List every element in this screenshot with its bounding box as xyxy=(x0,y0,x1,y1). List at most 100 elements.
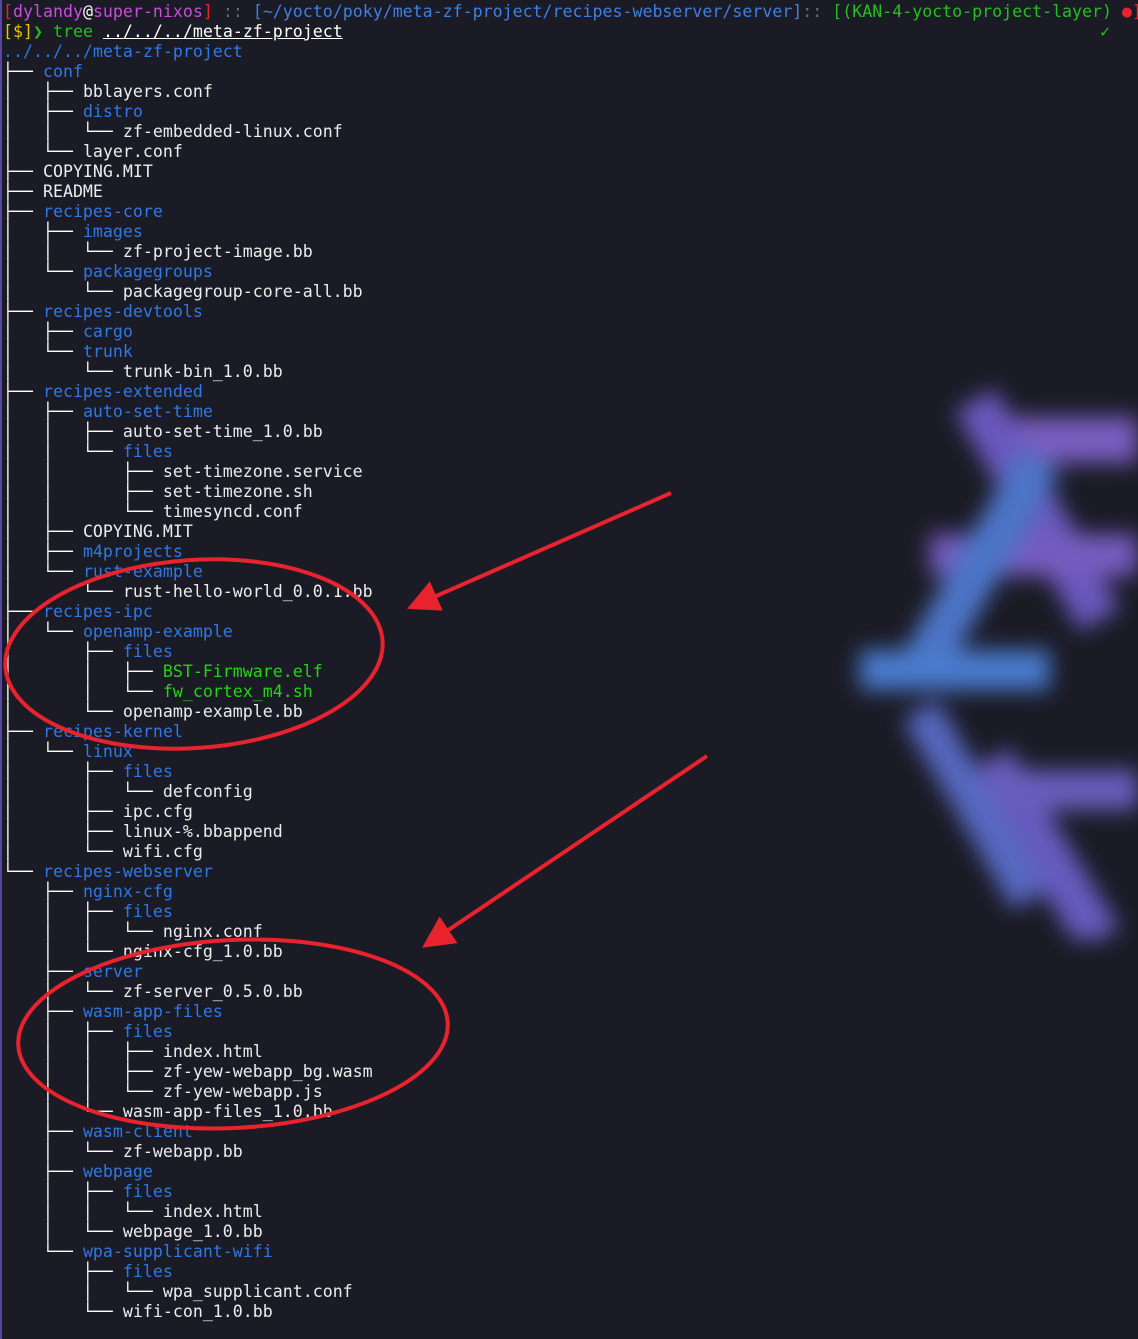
file-name: COPYING.MIT xyxy=(82,522,193,541)
tree-branch-glyph: │ ├── xyxy=(3,402,83,421)
tree-entry: │ │ ├── set-timezone.service xyxy=(3,462,1138,482)
directory-name: m4projects xyxy=(82,542,183,561)
check-icon: ✓ xyxy=(1100,22,1110,41)
tree-branch-glyph: │ └── xyxy=(3,942,123,961)
directory-name: nginx-cfg xyxy=(82,882,173,901)
file-name: ipc.cfg xyxy=(122,802,193,821)
tree-entry: │ │ ├── BST-Firmware.elf xyxy=(3,662,1138,682)
prompt-host: super-nixos xyxy=(92,2,203,21)
directory-name: recipes-extended xyxy=(42,382,203,401)
tree-entry: │ ├── distro xyxy=(3,102,1138,122)
tree-branch-glyph: │ └── xyxy=(3,1282,163,1301)
tree-branch-glyph: │ │ └── xyxy=(3,782,163,801)
tree-branch-glyph: │ ├── xyxy=(3,522,83,541)
tree-branch-glyph: │ │ ├── xyxy=(3,1062,163,1081)
prompt-separator: :: xyxy=(222,2,243,21)
tree-entry: │ ├── files xyxy=(3,1182,1138,1202)
directory-name: rust-example xyxy=(82,562,203,581)
tree-branch-glyph: ├── xyxy=(3,182,43,201)
file-name: zf-server_0.5.0.bb xyxy=(122,982,303,1001)
tree-branch-glyph: │ └── xyxy=(3,1222,123,1241)
file-name: COPYING.MIT xyxy=(42,162,153,181)
directory-name: conf xyxy=(42,62,83,81)
file-name: linux-%.bbappend xyxy=(122,822,283,841)
tree-branch-glyph: ├── xyxy=(3,162,43,181)
prompt-arrow-icon: ❯ xyxy=(32,22,43,41)
file-name: timesyncd.conf xyxy=(162,502,303,521)
tree-branch-glyph: │ ├── xyxy=(3,802,123,821)
tree-branch-glyph: │ ├── xyxy=(3,542,83,561)
tree-branch-glyph: │ └── xyxy=(3,342,83,361)
tree-entry: ├── conf xyxy=(3,62,1138,82)
tree-root: ../../../meta-zf-project xyxy=(3,42,243,61)
tree-entry: │ └── openamp-example xyxy=(3,622,1138,642)
tree-branch-glyph: │ │ └── xyxy=(3,1082,163,1101)
file-name: openamp-example.bb xyxy=(122,702,303,721)
file-name: layer.conf xyxy=(82,142,183,161)
tree-entry: │ └── packagegroups xyxy=(3,262,1138,282)
directory-name: files xyxy=(122,442,173,461)
tree-entry: │ ├── files xyxy=(3,642,1138,662)
directory-name: recipes-webserver xyxy=(42,862,213,881)
directory-name: recipes-core xyxy=(42,202,163,221)
command-line[interactable]: [$]❯ tree ../../../meta-zf-project xyxy=(3,22,1138,42)
directory-name: files xyxy=(122,762,173,781)
file-name: bblayers.conf xyxy=(82,82,213,101)
tree-entry: ├── recipes-ipc xyxy=(3,602,1138,622)
tree-entry: ├── recipes-devtools xyxy=(3,302,1138,322)
directory-name: wasm-app-files xyxy=(82,1002,223,1021)
tree-entry: │ │ └── index.html xyxy=(3,1202,1138,1222)
tree-entry: │ ├── ipc.cfg xyxy=(3,802,1138,822)
tree-branch-glyph: │ ├── xyxy=(3,1022,123,1041)
tree-branch-glyph: │ │ └── xyxy=(3,1202,163,1221)
tree-entry: │ ├── bblayers.conf xyxy=(3,82,1138,102)
tree-entry: ├── wasm-client xyxy=(3,1122,1138,1142)
tree-branch-glyph: ├── xyxy=(3,382,43,401)
tree-entry: │ └── nginx-cfg_1.0.bb xyxy=(3,942,1138,962)
tree-branch-glyph: │ │ └── xyxy=(3,442,123,461)
directory-name: wpa-supplicant-wifi xyxy=(82,1242,273,1261)
file-name: wifi.cfg xyxy=(122,842,203,861)
tree-entry: │ └── wifi.cfg xyxy=(3,842,1138,862)
tree-branch-glyph: │ │ ├── xyxy=(3,662,163,681)
command-argument[interactable]: ../../../meta-zf-project xyxy=(103,22,343,41)
tree-branch-glyph: └── xyxy=(3,1242,83,1261)
directory-name: images xyxy=(82,222,143,241)
prompt-at: @ xyxy=(82,2,93,21)
tree-entry: │ └── layer.conf xyxy=(3,142,1138,162)
prompt-git-branch: [(KAN-4-yocto-project-layer) xyxy=(832,2,1113,21)
file-name: README xyxy=(42,182,103,201)
tree-branch-glyph: ├── xyxy=(3,302,43,321)
tree-entry: ├── files xyxy=(3,1262,1138,1282)
tree-entry: │ ├── COPYING.MIT xyxy=(3,522,1138,542)
file-name: wasm-app-files_1.0.bb xyxy=(122,1102,333,1121)
tree-branch-glyph: │ └── xyxy=(3,142,83,161)
file-name: auto-set-time_1.0.bb xyxy=(122,422,323,441)
terminal-window[interactable]: [dylandy@super-nixos] :: [~/yocto/poky/m… xyxy=(0,0,1138,1339)
tree-entry: └── wpa-supplicant-wifi xyxy=(3,1242,1138,1262)
tree-entry: ├── wasm-app-files xyxy=(3,1002,1138,1022)
tree-branch-glyph: │ ├── xyxy=(3,642,123,661)
tree-branch-glyph: ├── xyxy=(3,62,43,81)
tree-branch-glyph: │ └── xyxy=(3,262,83,281)
tree-branch-glyph: ├── xyxy=(3,722,43,741)
command-name: tree xyxy=(52,22,93,41)
tree-branch-glyph: │ ├── xyxy=(3,1182,123,1201)
tree-entry: │ │ └── files xyxy=(3,442,1138,462)
prompt-path: [~/yocto/poky/meta-zf-project/recipes-we… xyxy=(252,2,803,21)
tree-entry: │ ├── files xyxy=(3,762,1138,782)
tree-branch-glyph: │ └── xyxy=(3,562,83,581)
tree-entry: │ ├── cargo xyxy=(3,322,1138,342)
directory-name: trunk xyxy=(82,342,133,361)
tree-entry: │ ├── m4projects xyxy=(3,542,1138,562)
prompt-separator: :: xyxy=(802,2,823,21)
directory-name: server xyxy=(82,962,143,981)
tree-entry: │ └── zf-server_0.5.0.bb xyxy=(3,982,1138,1002)
file-name: zf-embedded-linux.conf xyxy=(122,122,343,141)
tree-entry: │ │ ├── zf-yew-webapp_bg.wasm xyxy=(3,1062,1138,1082)
tree-branch-glyph: │ ├── xyxy=(3,82,83,101)
file-name: index.html xyxy=(162,1202,263,1221)
tree-branch-glyph: │ ├── xyxy=(3,762,123,781)
tree-branch-glyph: │ │ ├── xyxy=(3,422,123,441)
tree-entry: │ ├── linux-%.bbappend xyxy=(3,822,1138,842)
